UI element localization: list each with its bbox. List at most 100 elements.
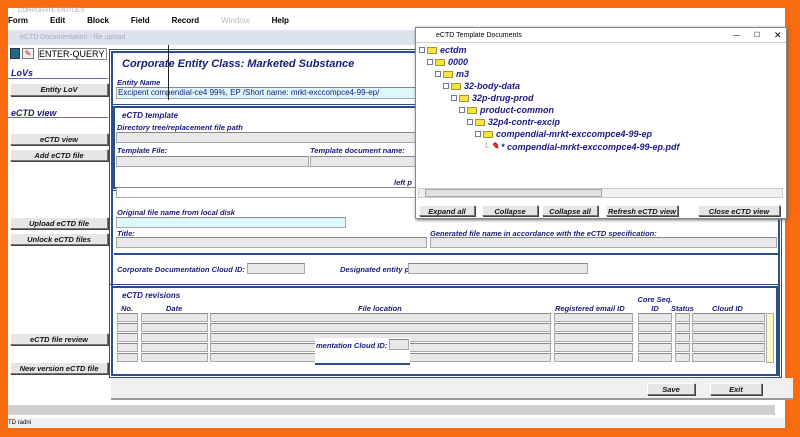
new-version-button[interactable]: New version eCTD file <box>10 362 108 374</box>
tree-node[interactable]: product-common <box>459 105 554 115</box>
menu-help[interactable]: Help <box>272 16 289 25</box>
menu-record[interactable]: Record <box>172 16 200 25</box>
revision-cell[interactable] <box>692 353 765 362</box>
tree-node[interactable]: m3 <box>435 69 469 79</box>
pdf-icon: ✎ <box>491 141 499 151</box>
menu-block[interactable]: Block <box>87 16 109 25</box>
collapse-all-button[interactable]: Collapse all <box>542 205 598 216</box>
ectd-view-button[interactable]: eCTD view <box>10 133 108 145</box>
exit-button[interactable]: Exit <box>710 383 762 395</box>
tree-node[interactable]: 0000 <box>427 57 468 67</box>
revision-cell[interactable] <box>554 333 633 342</box>
revision-cell[interactable] <box>141 333 208 342</box>
tree-node[interactable]: 32p4-contr-excip <box>467 117 560 127</box>
revision-cell[interactable] <box>117 323 138 332</box>
collapse-toggle-icon[interactable] <box>427 59 433 65</box>
revision-cell[interactable] <box>638 323 672 332</box>
revision-cell[interactable] <box>692 323 765 332</box>
revision-cell[interactable] <box>554 343 633 352</box>
menu-field[interactable]: Field <box>131 16 150 25</box>
refresh-ectd-view-button[interactable]: Refresh eCTD view <box>606 205 678 216</box>
menu-edit[interactable]: Edit <box>50 16 65 25</box>
entity-name-field[interactable]: Excipent compendial-ce4 99%, EP /Short n… <box>116 87 416 99</box>
revision-cell[interactable] <box>638 353 672 362</box>
expand-all-button[interactable]: Expand all <box>419 205 475 216</box>
revisions-scrollbar[interactable] <box>766 313 774 363</box>
collapse-toggle-icon[interactable] <box>443 83 449 89</box>
tree-node[interactable]: 32-body-data <box>443 81 520 91</box>
tree-node-label: 32p-drug-prod <box>472 93 534 103</box>
collapse-toggle-icon[interactable] <box>451 95 457 101</box>
revision-cell[interactable] <box>141 323 208 332</box>
unlock-ectd-files-button[interactable]: Unlock eCTD files <box>10 233 108 245</box>
revision-cell[interactable] <box>675 343 690 352</box>
revision-cell[interactable] <box>638 343 672 352</box>
add-ectd-file-button[interactable]: Add eCTD file <box>10 149 108 161</box>
ectd-file-review-button[interactable]: eCTD file review <box>10 333 108 345</box>
revision-cell[interactable] <box>675 333 690 342</box>
folder-icon <box>427 46 437 54</box>
tree-node[interactable]: 32p-drug-prod <box>451 93 534 103</box>
revision-cell[interactable] <box>141 353 208 362</box>
revision-cell[interactable] <box>554 313 633 322</box>
revision-cell[interactable] <box>638 313 672 322</box>
exit-icon[interactable] <box>10 48 20 59</box>
close-ectd-view-button[interactable]: Close eCTD view <box>698 205 780 216</box>
minimize-icon[interactable]: — <box>733 28 740 43</box>
revision-cell[interactable] <box>210 323 551 332</box>
file-icon: └ <box>483 141 490 152</box>
dir-field[interactable] <box>116 132 416 143</box>
popup-hscrollbar[interactable] <box>418 188 783 198</box>
collapse-toggle-icon[interactable] <box>475 131 481 137</box>
collapse-toggle-icon[interactable] <box>467 119 473 125</box>
revision-cell[interactable] <box>692 313 765 322</box>
maximize-icon[interactable]: ☐ <box>754 28 760 43</box>
horizontal-scrollbar[interactable] <box>8 405 775 415</box>
revision-cell[interactable] <box>675 313 690 322</box>
revision-cell[interactable] <box>638 333 672 342</box>
collapse-toggle-icon[interactable] <box>435 71 441 77</box>
collapse-toggle-icon[interactable] <box>419 47 425 53</box>
save-button[interactable]: Save <box>647 383 695 395</box>
close-icon[interactable]: ✕ <box>774 28 782 43</box>
menu-window: Window <box>221 16 250 25</box>
revision-cell[interactable] <box>141 343 208 352</box>
revision-cell[interactable] <box>117 343 138 352</box>
template-file-field[interactable] <box>116 156 309 167</box>
revision-cell[interactable] <box>117 313 138 322</box>
revision-cell[interactable] <box>692 343 765 352</box>
title-field[interactable] <box>116 237 427 248</box>
revision-cell[interactable] <box>554 323 633 332</box>
col-date: Date <box>166 304 183 313</box>
original-file-field[interactable] <box>116 217 346 228</box>
menu-form[interactable]: Form <box>8 16 28 25</box>
upload-ectd-file-button[interactable]: Upload eCTD file <box>10 217 108 229</box>
query-icon[interactable]: ✎ <box>22 48 34 59</box>
template-documents-popup: eCTD Template Documents — ☐ ✕ ectdm 0000 m… <box>415 27 787 219</box>
collapse-button[interactable]: Collapse <box>482 205 538 216</box>
revision-cell[interactable] <box>210 313 551 322</box>
col-seq: Core Seq. ID <box>637 295 673 313</box>
revision-cell[interactable] <box>692 333 765 342</box>
template-doc-field[interactable] <box>310 156 416 167</box>
status-bar: TD radni <box>8 418 785 428</box>
tree-node[interactable]: └ ✎ * compendial-mrkt-exccompce4-99-ep.pdf <box>483 141 680 152</box>
overlay-field[interactable] <box>389 339 409 350</box>
cloud-id-field[interactable] <box>247 263 305 274</box>
path-field[interactable] <box>116 187 416 198</box>
collapse-toggle-icon[interactable] <box>459 107 465 113</box>
revision-cell[interactable] <box>554 353 633 362</box>
folder-icon <box>459 94 469 102</box>
tree-node-label: * compendial-mrkt-exccompce4-99-ep.pdf <box>500 141 680 152</box>
designated-person-field[interactable] <box>408 263 588 274</box>
template-doc-label: Template document name: <box>310 146 405 155</box>
revision-cell[interactable] <box>117 353 138 362</box>
revision-cell[interactable] <box>141 313 208 322</box>
tree-node[interactable]: compendial-mrkt-exccompce4-99-ep <box>475 129 652 139</box>
revision-cell[interactable] <box>675 353 690 362</box>
entity-lov-button[interactable]: Entity LoV <box>10 83 108 96</box>
generated-name-field[interactable] <box>430 237 777 248</box>
revision-cell[interactable] <box>675 323 690 332</box>
revision-cell[interactable] <box>117 333 138 342</box>
tree-node[interactable]: ectdm <box>419 45 467 55</box>
